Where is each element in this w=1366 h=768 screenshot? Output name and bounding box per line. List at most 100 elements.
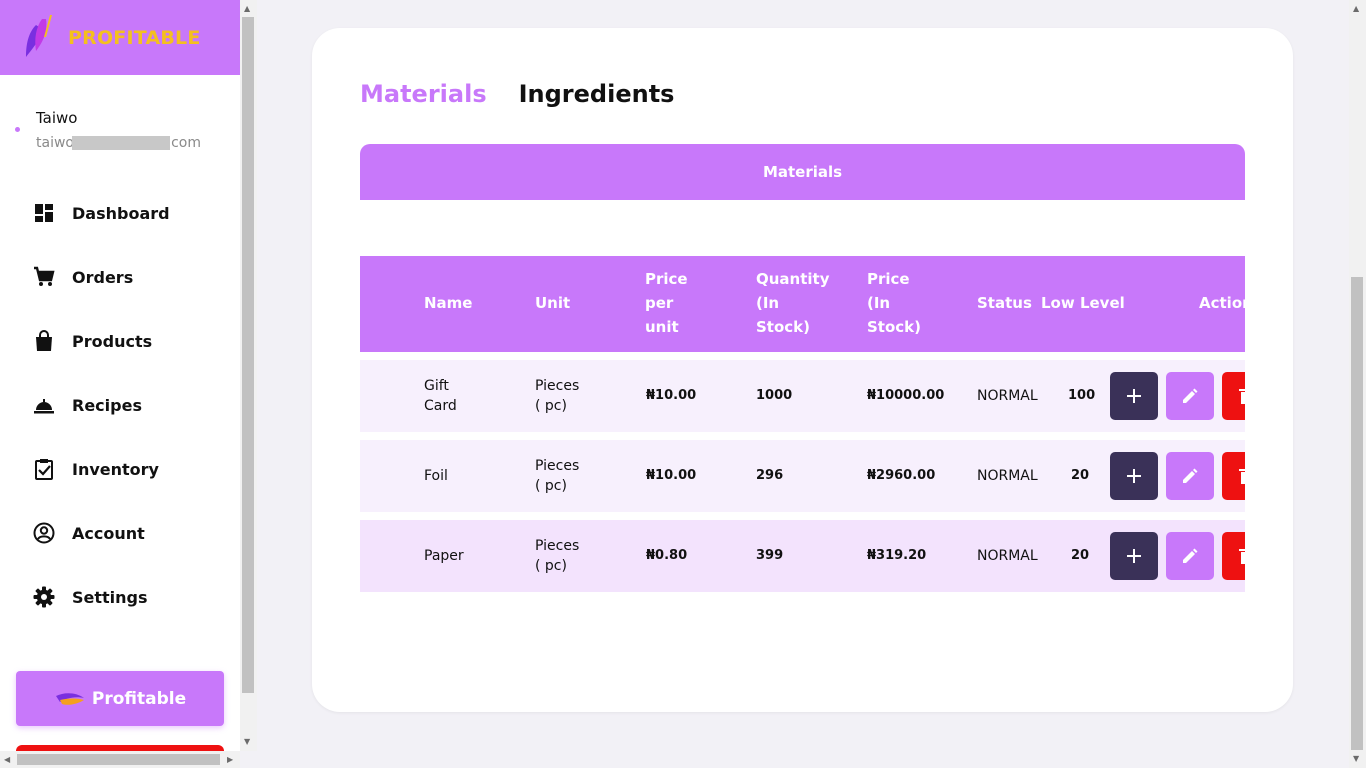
- sidebar-item-label: Settings: [72, 587, 148, 607]
- add-stock-button[interactable]: [1110, 372, 1158, 420]
- tab-bar: Materials Ingredients: [360, 80, 674, 108]
- cell-price-per-unit: ₦0.80: [646, 548, 688, 563]
- user-status-dot: [15, 127, 20, 132]
- header-name: Name: [424, 294, 473, 312]
- brand-name: PROFITABLE: [68, 26, 201, 49]
- scroll-right-arrow-icon[interactable]: ▶: [227, 755, 233, 765]
- scroll-up-arrow-icon[interactable]: ▲: [1353, 4, 1359, 14]
- sidebar-item-recipes[interactable]: Recipes: [0, 373, 240, 437]
- plus-icon: [1127, 389, 1141, 403]
- tab-materials[interactable]: Materials: [360, 80, 487, 108]
- cell-low-level: 20: [1071, 468, 1090, 483]
- cell-line: Gift: [424, 378, 449, 394]
- scrollbar-thumb[interactable]: [17, 754, 220, 765]
- cell-name: Paper: [424, 546, 464, 566]
- sidebar-item-products[interactable]: Products: [0, 309, 240, 373]
- user-email: taiwo.........@gmail.com: [36, 135, 240, 151]
- header-line: Price: [867, 270, 910, 288]
- delete-button[interactable]: [1222, 532, 1245, 580]
- sidebar: PROFITABLE Taiwo taiwo.........@gmail.co…: [0, 0, 240, 768]
- add-stock-button[interactable]: [1110, 532, 1158, 580]
- header-line: (In: [756, 294, 780, 312]
- header-line: per: [645, 294, 674, 312]
- cell-price-per-unit: ₦10.00: [646, 388, 697, 403]
- edit-button[interactable]: [1166, 372, 1214, 420]
- brand-logo-icon: [26, 14, 52, 57]
- cell-unit: Pieces ( pc): [535, 376, 579, 416]
- scrollbar-thumb[interactable]: [1351, 277, 1363, 750]
- sidebar-item-orders[interactable]: Orders: [0, 245, 240, 309]
- sidebar-item-dashboard[interactable]: Dashboard: [0, 181, 240, 245]
- cell-quantity: 296: [756, 468, 784, 483]
- pencil-icon: [1183, 388, 1198, 403]
- brand-header: PROFITABLE: [0, 0, 240, 75]
- cell-line: Pieces: [535, 458, 580, 474]
- materials-card: Materials Ingredients Materials Name Uni…: [312, 28, 1293, 712]
- cell-line: ( pc): [535, 558, 567, 574]
- brand-wing-icon: [55, 692, 84, 705]
- cell-price-in-stock: ₦2960.00: [867, 468, 936, 483]
- delete-button[interactable]: [1222, 372, 1245, 420]
- cart-icon: [33, 266, 55, 288]
- sidebar-item-label: Account: [72, 523, 145, 543]
- header-unit: Unit: [535, 294, 571, 312]
- scroll-up-arrow-icon[interactable]: ▲: [244, 4, 250, 14]
- pencil-icon: [1183, 548, 1198, 563]
- header-quantity: Quantity (In Stock): [756, 267, 830, 339]
- edit-button[interactable]: [1166, 532, 1214, 580]
- header-line: unit: [645, 318, 679, 336]
- cell-unit: Pieces ( pc): [535, 536, 579, 576]
- sidebar-vertical-scrollbar[interactable]: ▲ ▼: [240, 0, 257, 751]
- cell-line: Paper: [424, 548, 464, 564]
- profitable-promo-button[interactable]: Profitable: [16, 671, 224, 726]
- cell-price-in-stock: ₦319.20: [867, 548, 927, 563]
- plus-icon: [1127, 469, 1141, 483]
- trash-icon: [1239, 389, 1245, 404]
- cell-unit: Pieces ( pc): [535, 456, 579, 496]
- table-row: Paper Pieces ( pc) ₦0.80 399 ₦319.20 NOR…: [360, 520, 1245, 592]
- sidebar-item-inventory[interactable]: Inventory: [0, 437, 240, 501]
- sidebar-item-label: Dashboard: [72, 203, 170, 223]
- scrollbar-thumb[interactable]: [242, 17, 254, 693]
- cell-name: Foil: [424, 466, 448, 486]
- cell-status: NORMAL: [977, 548, 1038, 564]
- cell-line: Foil: [424, 468, 448, 484]
- cell-line: Pieces: [535, 538, 580, 554]
- scroll-left-arrow-icon[interactable]: ◀: [4, 755, 10, 765]
- header-line: Quantity: [756, 270, 830, 288]
- email-redaction: [72, 136, 170, 150]
- table-header: Name Unit Price per unit Quantity (In St…: [360, 256, 1245, 352]
- pencil-icon: [1183, 468, 1198, 483]
- tab-ingredients[interactable]: Ingredients: [519, 80, 675, 108]
- cell-name: Gift Card: [424, 376, 457, 416]
- edit-button[interactable]: [1166, 452, 1214, 500]
- cell-line: Card: [424, 398, 457, 414]
- cell-quantity: 399: [756, 548, 784, 563]
- cell-quantity: 1000: [756, 388, 793, 403]
- plus-icon: [1127, 549, 1141, 563]
- sidebar-item-settings[interactable]: Settings: [0, 565, 240, 629]
- table-row: Gift Card Pieces ( pc) ₦10.00 1000 ₦1000…: [360, 360, 1245, 432]
- table-row: Foil Pieces ( pc) ₦10.00 296 ₦2960.00 NO…: [360, 440, 1245, 512]
- page-vertical-scrollbar[interactable]: ▲ ▼: [1349, 0, 1366, 768]
- cell-status: NORMAL: [977, 468, 1038, 484]
- sidebar-item-label: Inventory: [72, 459, 159, 479]
- sidebar-item-label: Orders: [72, 267, 134, 287]
- sidebar-item-label: Products: [72, 331, 153, 351]
- scroll-down-arrow-icon[interactable]: ▼: [1353, 754, 1359, 764]
- sidebar-horizontal-scrollbar[interactable]: ◀ ▶: [0, 751, 240, 768]
- header-status: Status: [977, 294, 1032, 312]
- header-price-in-stock: Price (In Stock): [867, 267, 921, 339]
- scroll-down-arrow-icon[interactable]: ▼: [244, 737, 250, 747]
- gear-icon: [33, 586, 55, 608]
- sidebar-item-account[interactable]: Account: [0, 501, 240, 565]
- header-action: Action: [1199, 294, 1245, 312]
- user-info: Taiwo taiwo.........@gmail.com: [0, 75, 240, 157]
- section-title: Materials: [360, 144, 1245, 200]
- delete-button[interactable]: [1222, 452, 1245, 500]
- header-price-per-unit: Price per unit: [645, 267, 688, 339]
- trash-icon: [1239, 469, 1245, 484]
- cell-low-level: 100: [1068, 388, 1096, 403]
- add-stock-button[interactable]: [1110, 452, 1158, 500]
- cell-line: ( pc): [535, 478, 567, 494]
